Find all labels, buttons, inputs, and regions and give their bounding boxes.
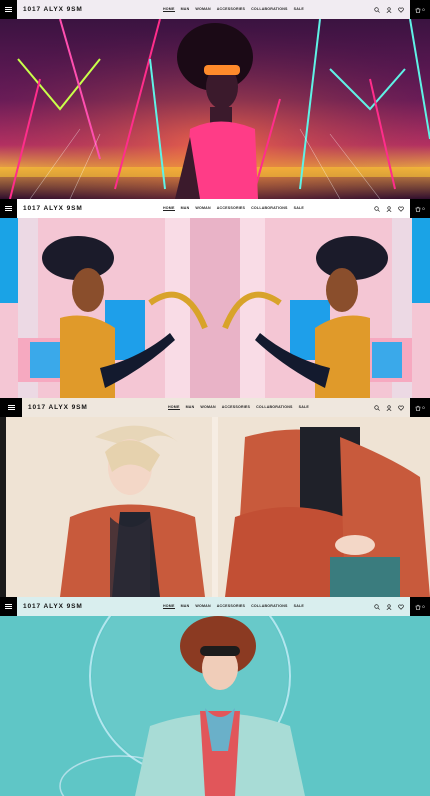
header-body: 1017 ALYX 9SM HOME MAN WOMAN ACCESSORIES… [17, 199, 410, 218]
nav-man[interactable]: MAN [181, 206, 190, 211]
main-nav: HOME MAN WOMAN ACCESSORIES COLLABORATION… [163, 604, 374, 609]
coral-jacket-art [0, 417, 430, 597]
nav-sale[interactable]: SALE [299, 405, 309, 410]
hero-image-teal-bubble[interactable] [0, 597, 430, 796]
hero-image-neon[interactable] [0, 18, 430, 199]
nav-home[interactable]: HOME [168, 405, 180, 410]
cart-count: 0 [422, 206, 425, 211]
hero-image-pink-mirror[interactable] [0, 218, 430, 398]
nav-collaborations[interactable]: COLLABORATIONS [251, 206, 287, 211]
cart-button[interactable]: 0 [410, 597, 430, 616]
nav-collaborations[interactable]: COLLABORATIONS [251, 604, 287, 609]
cart-count: 0 [422, 405, 425, 410]
cart-button[interactable]: 0 [410, 199, 430, 218]
cart-icon [416, 604, 421, 610]
hero-image-coral-jacket[interactable] [0, 417, 430, 597]
cart-count: 0 [422, 7, 425, 12]
search-icon[interactable] [374, 6, 380, 13]
header-bar: 1017 ALYX 9SM HOME MAN WOMAN ACCESSORIES… [0, 199, 430, 218]
teal-bubble-art [0, 597, 430, 796]
hero-section-4: 1017 ALYX 9SM HOME MAN WOMAN ACCESSORIES… [0, 597, 430, 796]
account-icon[interactable] [386, 205, 392, 212]
nav-sale[interactable]: SALE [294, 7, 304, 12]
cart-icon [416, 7, 421, 13]
hero-section-1: 1017 ALYX 9SM HOME MAN WOMAN ACCESSORIES… [0, 0, 430, 199]
nav-woman[interactable]: WOMAN [195, 604, 210, 609]
menu-button[interactable] [0, 597, 17, 616]
main-nav: HOME MAN WOMAN ACCESSORIES COLLABORATION… [163, 206, 374, 211]
nav-accessories[interactable]: ACCESSORIES [217, 7, 245, 12]
menu-button[interactable] [0, 199, 17, 218]
account-icon[interactable] [386, 404, 392, 411]
menu-icon [5, 206, 12, 211]
nav-woman[interactable]: WOMAN [195, 206, 210, 211]
nav-accessories[interactable]: ACCESSORIES [217, 604, 245, 609]
menu-icon [5, 7, 12, 12]
wishlist-icon[interactable] [398, 7, 404, 13]
nav-accessories[interactable]: ACCESSORIES [217, 206, 245, 211]
cart-count: 0 [422, 604, 425, 609]
header-icons [374, 6, 404, 13]
header-body: 1017 ALYX 9SM HOME MAN WOMAN ACCESSORIES… [17, 597, 410, 616]
main-nav: HOME MAN WOMAN ACCESSORIES COLLABORATION… [168, 405, 374, 410]
nav-home[interactable]: HOME [163, 604, 175, 609]
nav-home[interactable]: HOME [163, 7, 175, 12]
header-body: 1017 ALYX 9SM HOME MAN WOMAN ACCESSORIES… [22, 398, 410, 417]
header-icons [374, 404, 404, 411]
header-bar: 1017 ALYX 9SM HOME MAN WOMAN ACCESSORIES… [0, 0, 430, 19]
cart-button[interactable]: 0 [410, 0, 430, 19]
cart-button[interactable]: 0 [410, 398, 430, 417]
nav-collaborations[interactable]: COLLABORATIONS [251, 7, 287, 12]
pink-mirror-art [0, 218, 430, 398]
header-icons [374, 205, 404, 212]
search-icon[interactable] [374, 205, 380, 212]
nav-home[interactable]: HOME [163, 206, 175, 211]
nav-accessories[interactable]: ACCESSORIES [222, 405, 250, 410]
main-nav: HOME MAN WOMAN ACCESSORIES COLLABORATION… [163, 7, 374, 12]
cart-icon [416, 206, 421, 212]
menu-icon [7, 405, 15, 410]
nav-woman[interactable]: WOMAN [195, 7, 210, 12]
nav-woman[interactable]: WOMAN [200, 405, 215, 410]
menu-button[interactable] [0, 398, 22, 417]
nav-man[interactable]: MAN [181, 7, 190, 12]
cart-icon [416, 405, 421, 411]
nav-man[interactable]: MAN [186, 405, 195, 410]
header-bar: 1017 ALYX 9SM HOME MAN WOMAN ACCESSORIES… [0, 398, 430, 417]
nav-sale[interactable]: SALE [294, 206, 304, 211]
nav-collaborations[interactable]: COLLABORATIONS [256, 405, 292, 410]
wishlist-icon[interactable] [398, 206, 404, 212]
header-bar: 1017 ALYX 9SM HOME MAN WOMAN ACCESSORIES… [0, 597, 430, 616]
header-icons [374, 603, 404, 610]
nav-sale[interactable]: SALE [294, 604, 304, 609]
brand-logo[interactable]: 1017 ALYX 9SM [23, 205, 163, 212]
menu-icon [5, 604, 12, 609]
hero-section-2: 1017 ALYX 9SM HOME MAN WOMAN ACCESSORIES… [0, 199, 430, 398]
search-icon[interactable] [374, 404, 380, 411]
brand-logo[interactable]: 1017 ALYX 9SM [28, 404, 168, 411]
header-body: 1017 ALYX 9SM HOME MAN WOMAN ACCESSORIES… [17, 0, 410, 19]
brand-logo[interactable]: 1017 ALYX 9SM [23, 6, 163, 13]
hero-section-3: 1017 ALYX 9SM HOME MAN WOMAN ACCESSORIES… [0, 398, 430, 597]
account-icon[interactable] [386, 603, 392, 610]
menu-button[interactable] [0, 0, 17, 19]
wishlist-icon[interactable] [398, 405, 404, 411]
wishlist-icon[interactable] [398, 604, 404, 610]
nav-man[interactable]: MAN [181, 604, 190, 609]
neon-scene-art [0, 18, 430, 199]
brand-logo[interactable]: 1017 ALYX 9SM [23, 603, 163, 610]
search-icon[interactable] [374, 603, 380, 610]
account-icon[interactable] [386, 6, 392, 13]
